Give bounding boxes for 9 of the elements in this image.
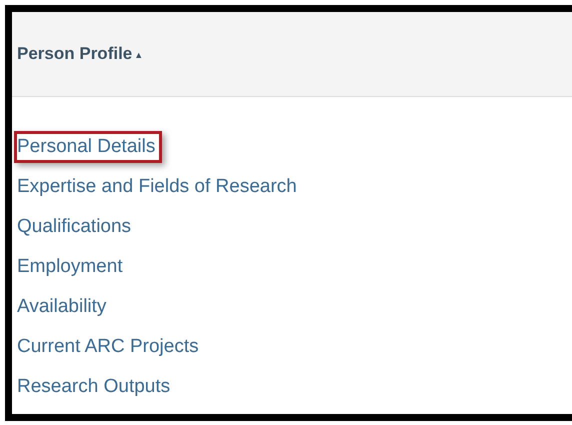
profile-link[interactable]: Availability [14,291,114,323]
profile-link[interactable]: Personal Details [14,131,162,163]
profile-link[interactable]: Qualifications [14,211,138,243]
caret-icon[interactable]: ▲ [134,50,144,60]
profile-link[interactable]: Research Outputs [14,371,178,403]
profile-link[interactable]: Current ARC Projects [14,331,206,363]
panel-title: Person Profile [17,44,132,64]
profile-link[interactable]: Employment [14,251,130,283]
profile-link[interactable]: Expertise and Fields of Research [14,171,304,203]
